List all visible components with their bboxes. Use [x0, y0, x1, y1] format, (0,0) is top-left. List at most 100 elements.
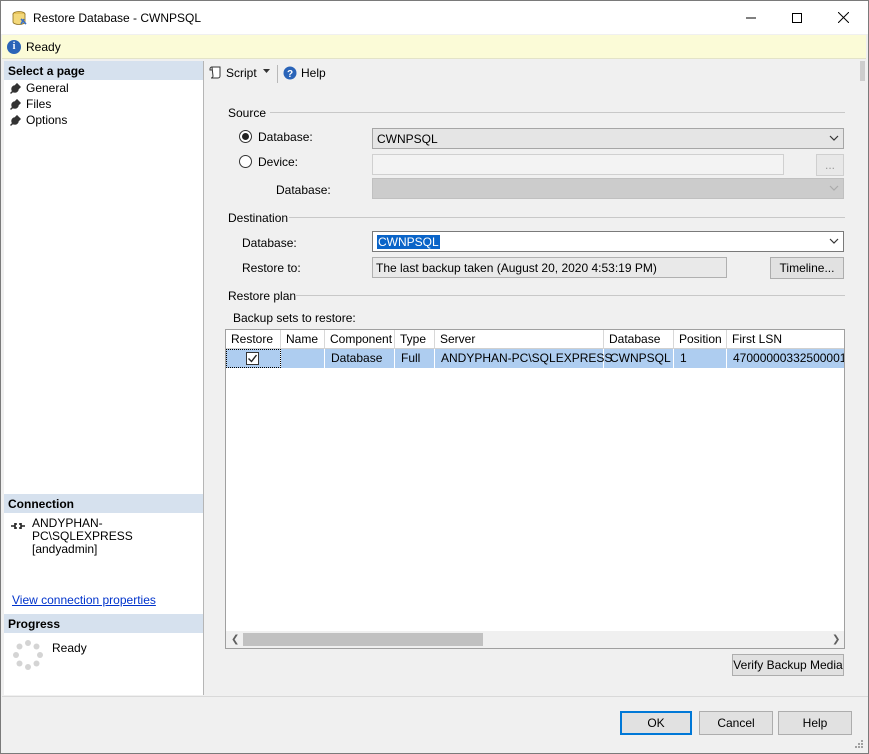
page-item-general[interactable]: General — [10, 80, 69, 96]
wrench-icon — [10, 114, 21, 126]
source-database-value: CWNPSQL — [377, 132, 438, 146]
progress-spinner-icon — [13, 640, 43, 670]
focus-rectangle — [226, 349, 281, 368]
connection-header: Connection — [4, 494, 203, 513]
backup-sets-grid: Restore Name Component Type Server Datab… — [225, 329, 845, 649]
cancel-button[interactable]: Cancel — [699, 711, 773, 735]
restore-database-app-icon — [12, 11, 27, 25]
browse-device-button[interactable]: ... — [816, 154, 844, 176]
close-icon — [837, 12, 849, 23]
column-header[interactable]: Name — [281, 330, 325, 349]
column-header[interactable]: First LSN — [727, 330, 844, 349]
restore-plan-divider — [295, 295, 845, 296]
column-header[interactable]: Type — [395, 330, 435, 349]
status-bar: i Ready — [2, 35, 866, 59]
column-header[interactable]: Database — [604, 330, 674, 349]
destination-database-value: CWNPSQL — [377, 235, 440, 249]
destination-database-combo[interactable]: CWNPSQL — [372, 231, 844, 252]
help-toolbar-button[interactable]: ? Help — [283, 66, 326, 80]
restore-to-value: The last backup taken (August 20, 2020 4… — [376, 261, 657, 275]
ok-button[interactable]: OK — [620, 711, 692, 735]
status-text: Ready — [26, 40, 61, 54]
scroll-left-icon[interactable]: ❮ — [231, 634, 239, 645]
source-divider — [270, 112, 845, 113]
column-header[interactable]: Server — [435, 330, 604, 349]
vertical-scrollbar[interactable] — [860, 61, 865, 81]
script-button[interactable]: Script — [209, 66, 257, 80]
select-page-header: Select a page — [4, 61, 203, 80]
source-database-radio[interactable] — [239, 130, 252, 143]
source-device-radio-label: Device: — [258, 155, 299, 169]
info-icon: i — [7, 40, 21, 54]
help-button[interactable]: Help — [778, 711, 852, 735]
dropdown-arrow-icon — [263, 69, 270, 73]
horizontal-scrollbar[interactable]: ❮ ❯ — [226, 631, 844, 648]
toolbar: Script ? Help — [205, 61, 860, 87]
device-database-combo[interactable] — [372, 178, 844, 199]
name-cell — [281, 349, 325, 368]
backup-sets-label: Backup sets to restore: — [233, 311, 356, 325]
column-header[interactable]: Restore — [226, 330, 281, 349]
connection-user: [andyadmin] — [32, 542, 98, 556]
scroll-right-icon[interactable]: ❯ — [832, 634, 840, 645]
chevron-down-icon — [829, 238, 839, 244]
general-page-content: Script ? Help Source Database: CWNPSQL D… — [205, 61, 865, 695]
chevron-down-icon — [829, 135, 839, 141]
restore-to-field: The last backup taken (August 20, 2020 4… — [372, 257, 727, 278]
help-icon: ? — [283, 66, 297, 80]
wrench-icon — [10, 82, 21, 94]
left-pane: Select a page General Files Options Conn… — [4, 61, 204, 695]
source-database-combo[interactable]: CWNPSQL — [372, 128, 844, 149]
restore-database-dialog: Restore Database - CWNPSQL i Ready Selec… — [0, 0, 869, 754]
progress-status: Ready — [52, 641, 87, 655]
page-item-files[interactable]: Files — [10, 96, 51, 112]
wrench-icon — [10, 98, 21, 110]
restore-to-label: Restore to: — [242, 261, 301, 275]
page-item-label: General — [26, 81, 69, 95]
help-label: Help — [301, 66, 326, 80]
page-item-label: Files — [26, 97, 52, 111]
destination-database-label: Database: — [242, 236, 297, 250]
destination-group-label: Destination — [228, 211, 289, 225]
column-header[interactable]: Component — [325, 330, 395, 349]
source-database-radio-label: Database: — [258, 130, 313, 144]
server-cell: ANDYPHAN-PC\SQLEXPRESS — [435, 349, 612, 368]
title-bar: Restore Database - CWNPSQL — [1, 1, 868, 34]
connection-info: ANDYPHAN-PC\SQLEXPRESS [andyadmin] — [32, 517, 203, 556]
view-connection-properties-link[interactable]: View connection properties — [12, 593, 156, 607]
horizontal-scroll-thumb[interactable] — [243, 633, 483, 646]
column-header[interactable]: Position — [674, 330, 727, 349]
component-cell: Database — [325, 349, 395, 368]
maximize-button[interactable] — [774, 1, 820, 34]
verify-backup-media-button[interactable]: Verify Backup Media — [732, 654, 844, 676]
database-cell: CWNPSQL — [604, 349, 674, 368]
dialog-button-bar: OK Cancel Help — [2, 696, 868, 753]
server-connection-icon — [11, 523, 25, 529]
first-lsn-cell: 47000000332500001 — [733, 351, 845, 365]
source-device-radio[interactable] — [239, 155, 252, 168]
device-path-field[interactable] — [372, 154, 784, 175]
source-group-label: Source — [228, 106, 267, 120]
window-title: Restore Database - CWNPSQL — [33, 11, 202, 25]
resize-grip-icon[interactable] — [854, 739, 864, 749]
script-dropdown-button[interactable] — [263, 69, 270, 73]
close-button[interactable] — [820, 1, 866, 34]
destination-divider — [289, 217, 845, 218]
page-item-label: Options — [26, 113, 68, 127]
chevron-down-icon — [829, 185, 839, 191]
position-cell: 1 — [674, 349, 727, 368]
minimize-button[interactable] — [728, 1, 774, 34]
table-row[interactable]: Database Full ANDYPHAN-PC\SQLEXPRESS CWN… — [226, 349, 845, 368]
restore-plan-group-label: Restore plan — [228, 289, 297, 303]
page-item-options[interactable]: Options — [10, 112, 67, 128]
toolbar-separator — [277, 65, 278, 83]
svg-text:?: ? — [287, 69, 293, 80]
minimize-icon — [746, 17, 756, 18]
device-database-label: Database: — [276, 183, 331, 197]
grid-header: Restore Name Component Type Server Datab… — [226, 330, 844, 349]
script-label: Script — [226, 66, 257, 80]
type-cell: Full — [395, 349, 435, 368]
timeline-button[interactable]: Timeline... — [770, 257, 844, 279]
maximize-icon — [792, 12, 802, 23]
script-icon — [209, 66, 221, 79]
